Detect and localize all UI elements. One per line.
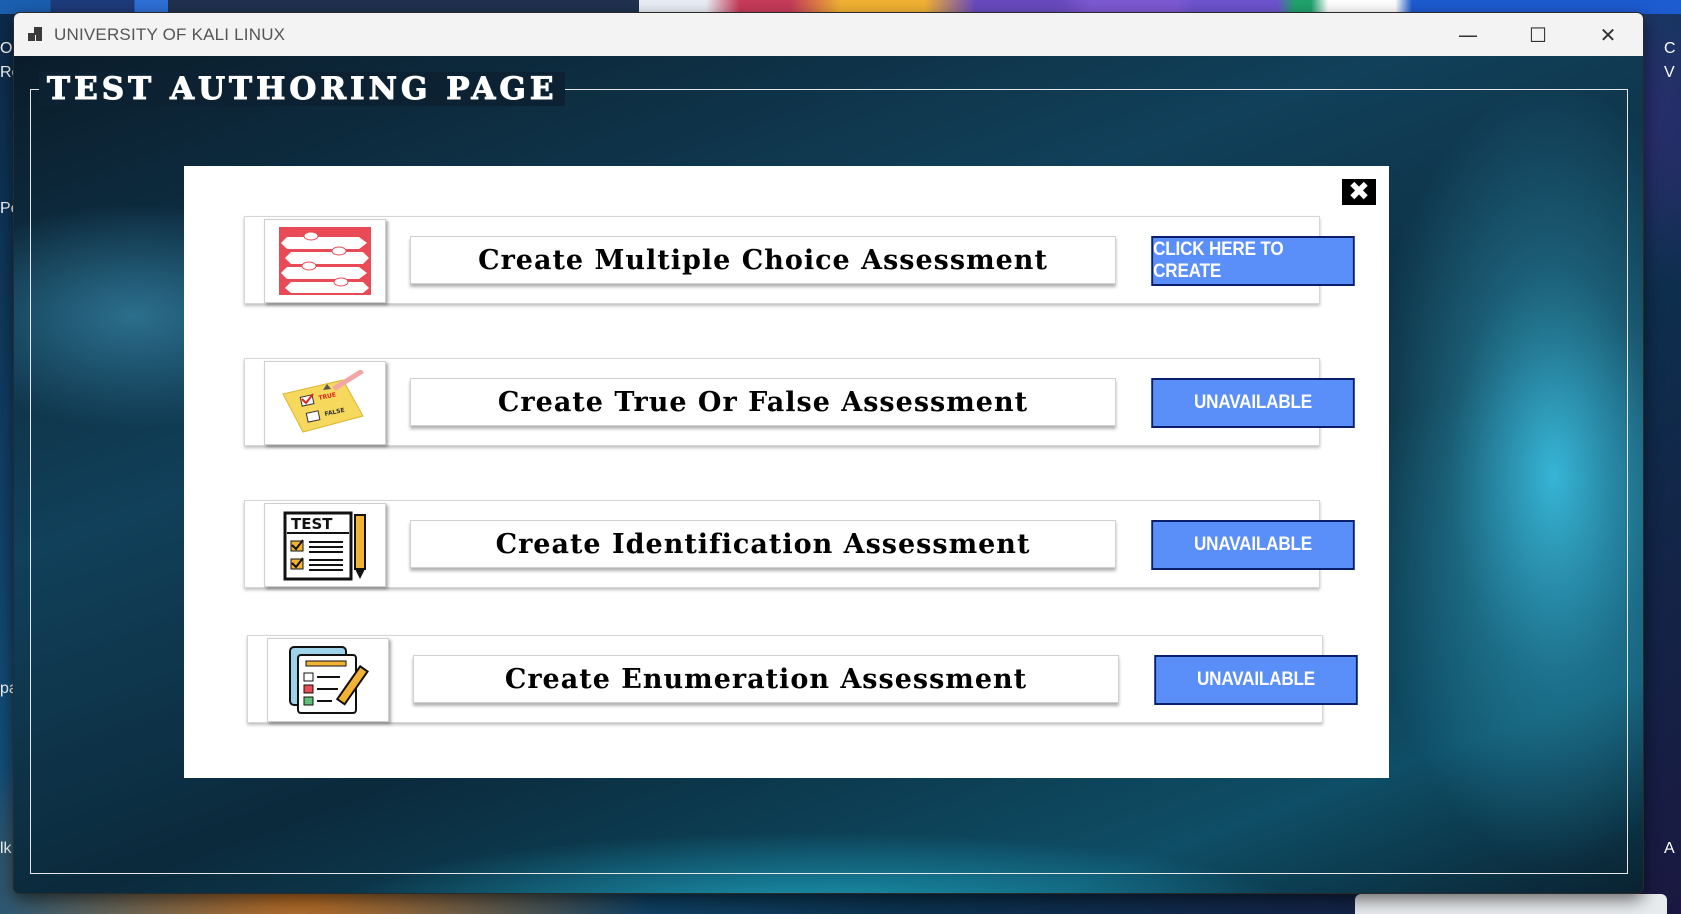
- taskbar-notification-chip[interactable]: [1355, 894, 1667, 914]
- test-paper-pencil-icon: TEST: [264, 503, 386, 587]
- desktop-text-fragment: V: [1664, 64, 1675, 81]
- checklist-clipboard-icon: [267, 638, 389, 722]
- page-title: TEST AUTHORING PAGE: [39, 72, 566, 107]
- true-false-note-icon: TRUE FALSE: [264, 361, 386, 445]
- title-bar[interactable]: UNIVERSITY OF KALI LINUX — ☐ ✕: [14, 13, 1643, 56]
- desktop-taskbar-icons-strip: [0, 0, 1681, 14]
- close-window-button[interactable]: ✕: [1573, 13, 1643, 56]
- assessment-row-multiple-choice: Create Multiple Choice Assessment CLICK …: [244, 216, 1355, 304]
- assessment-row-identification: TEST Create Identification Assessment UN…: [244, 500, 1355, 588]
- create-enumeration-button[interactable]: UNAVAILABLE: [1154, 655, 1358, 705]
- create-identification-button[interactable]: UNAVAILABLE: [1151, 520, 1355, 570]
- assessment-label: Create Multiple Choice Assessment: [410, 236, 1116, 284]
- window-title: UNIVERSITY OF KALI LINUX: [54, 24, 286, 44]
- assessment-row-true-false: TRUE FALSE Create True Or False Assessme…: [244, 358, 1355, 446]
- app-window-icon: [28, 26, 44, 43]
- assessment-label: Create True Or False Assessment: [410, 378, 1116, 426]
- window-client-area: TEST AUTHORING PAGE ✖ Create Multiple Ch…: [14, 56, 1643, 893]
- create-multiple-choice-button[interactable]: CLICK HERE TO CREATE: [1151, 236, 1355, 286]
- svg-text:TEST: TEST: [291, 515, 333, 533]
- maximize-button[interactable]: ☐: [1503, 13, 1573, 56]
- close-panel-button[interactable]: ✖: [1342, 179, 1376, 205]
- assessment-panel: ✖ Create Multiple Choice Assessment CLIC…: [184, 166, 1389, 778]
- app-window: UNIVERSITY OF KALI LINUX — ☐ ✕ TEST AUTH…: [14, 13, 1643, 893]
- multiple-choice-icon: [264, 219, 386, 303]
- create-true-false-button[interactable]: UNAVAILABLE: [1151, 378, 1355, 428]
- desktop-text-fragment: A: [1664, 840, 1675, 857]
- close-icon: ✖: [1348, 177, 1370, 207]
- desktop-text-fragment: C: [1664, 40, 1676, 57]
- assessment-label: Create Identification Assessment: [410, 520, 1116, 568]
- desktop-text-fragment: lk: [0, 840, 12, 857]
- assessment-row-enumeration: Create Enumeration Assessment UNAVAILABL…: [247, 635, 1358, 723]
- minimize-button[interactable]: —: [1433, 13, 1503, 56]
- assessment-label: Create Enumeration Assessment: [413, 655, 1119, 703]
